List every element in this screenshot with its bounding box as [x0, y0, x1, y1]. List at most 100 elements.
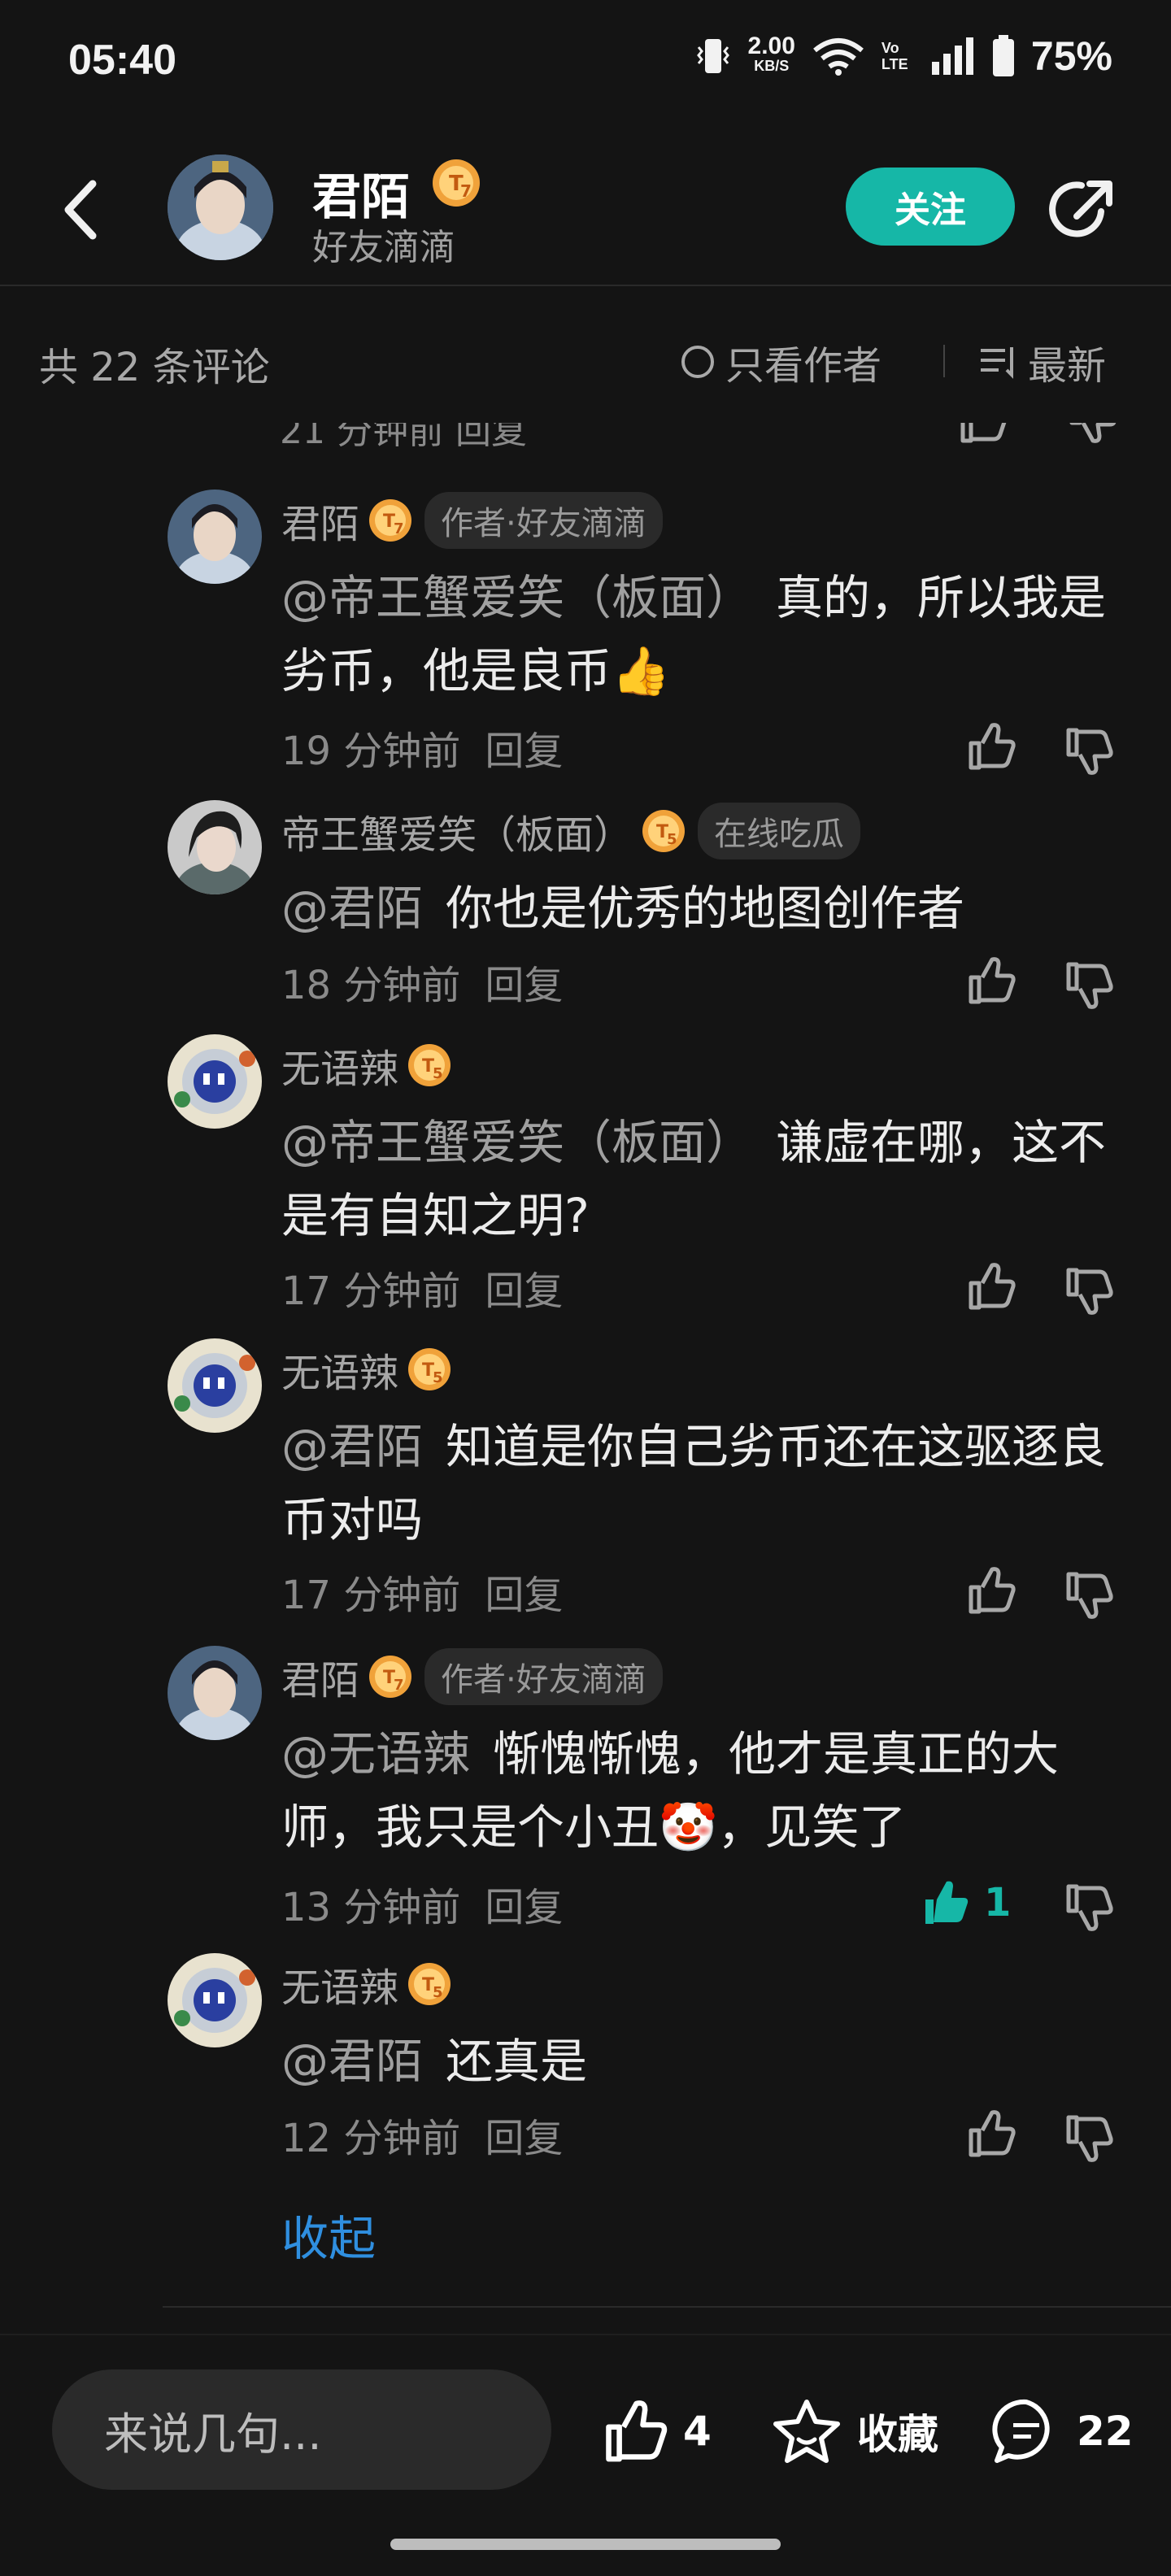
reply-button[interactable]: 回复 [485, 1259, 563, 1316]
level-badge-icon: T5 [408, 1963, 451, 2005]
svg-text:7: 7 [394, 520, 404, 537]
comment-text: @无语辣 惭愧惭愧，他才是真正的大师，我只是个小丑🤡，见笑了 [281, 1717, 1119, 1864]
comment-author[interactable]: 无语辣 [281, 1037, 398, 1094]
thumb-up-icon[interactable] [964, 1564, 1016, 1617]
profile-header: 君陌 T 7 好友滴滴 关注 [0, 130, 1171, 286]
net-speed: 2.00 KB/S [747, 33, 795, 76]
partial-comment-meta: 21 分钟前 回复 [280, 423, 527, 452]
sort-icon [981, 347, 1013, 379]
star-icon [773, 2400, 840, 2463]
svg-text:5: 5 [433, 1065, 443, 1082]
comment-author[interactable]: 无语辣 [281, 1956, 398, 2012]
only-author-toggle[interactable]: 只看作者 [681, 333, 882, 390]
reply-button[interactable]: 回复 [485, 2106, 563, 2163]
liked-button[interactable]: 1 [919, 1877, 1011, 1929]
status-icons: 2.00 KB/S Vo LTE 75% [694, 33, 1112, 80]
level-badge-icon: T5 [642, 810, 686, 852]
mention-link[interactable]: @君陌 [281, 2034, 423, 2089]
comment-text: @君陌 还真是 [281, 2025, 1119, 2098]
thumb-up-icon[interactable] [964, 720, 1016, 772]
status-time: 05:40 [68, 37, 176, 84]
thumb-up-icon[interactable] [964, 2108, 1016, 2160]
comment-author[interactable]: 帝王蟹爱笑（板面） [281, 803, 633, 859]
thumb-up-icon[interactable] [956, 423, 1008, 446]
comment-text: @君陌 知道是你自己劣币还在这驱逐良币对吗 [281, 1410, 1119, 1556]
svg-text:7: 7 [394, 1677, 404, 1694]
mention-link[interactable]: @无语辣 [281, 1726, 470, 1782]
level-badge-icon: T7 [369, 499, 412, 542]
comment-icon [992, 2399, 1050, 2463]
vibrate-icon [696, 39, 729, 73]
thumb-up-icon[interactable] [964, 1260, 1016, 1312]
bottom-action-bar: 来说几句... 4 收藏 22 [0, 2334, 1171, 2514]
thumb-down-icon[interactable] [1062, 1265, 1114, 1317]
status-bar: 05:40 2.00 KB/S Vo LTE 75% [0, 0, 1171, 130]
reply-button[interactable]: 回复 [485, 953, 563, 1010]
follow-button[interactable]: 关注 [846, 168, 1015, 246]
net-speed-value: 2.00 [747, 33, 795, 59]
reply-button[interactable]: 回复 [485, 1875, 563, 1932]
user-tag: 在线吃瓜 [698, 803, 861, 859]
mention-link[interactable]: @君陌 [281, 1419, 423, 1474]
avatar[interactable] [168, 800, 262, 894]
level-badge-icon: T5 [408, 1348, 451, 1390]
back-icon[interactable] [57, 177, 106, 242]
like-post-button[interactable]: 4 [600, 2397, 712, 2465]
home-indicator[interactable] [390, 2539, 781, 2550]
avatar[interactable] [168, 1646, 262, 1740]
volte-label: Vo LTE [881, 40, 908, 72]
level-badge-number: 7 [460, 181, 472, 201]
comment-text: @君陌 你也是优秀的地图创作者 [281, 872, 1119, 945]
thumb-down-icon[interactable] [1062, 725, 1114, 777]
comment-content: 还真是 [446, 2034, 588, 2089]
user-subtitle: 好友滴滴 [312, 227, 455, 268]
comments-button[interactable]: 22 [990, 2397, 1134, 2465]
thumb-up-icon[interactable] [964, 955, 1016, 1007]
favorite-button[interactable]: 收藏 [771, 2397, 938, 2465]
comment-time: 13 分钟前 [281, 1885, 461, 1930]
comment-author[interactable]: 无语辣 [281, 1341, 398, 1398]
comment-time: 18 分钟前 [281, 963, 461, 1008]
comment-author[interactable]: 君陌 [281, 492, 359, 549]
thumb-down-icon[interactable] [1065, 423, 1117, 446]
thumb-down-icon[interactable] [1062, 959, 1114, 1012]
level-badge-icon: T5 [408, 1044, 451, 1086]
divider [163, 2306, 1171, 2308]
reply-button[interactable]: 回复 [485, 1563, 563, 1620]
sort-latest-button[interactable]: 最新 [979, 333, 1106, 390]
mention-link[interactable]: @帝王蟹爱笑（板面） [281, 570, 753, 625]
thumb-down-icon[interactable] [1062, 1882, 1114, 1934]
comment-text: @帝王蟹爱笑（板面） 谦虚在哪，这不是有自知之明? [281, 1106, 1119, 1252]
avatar[interactable] [168, 490, 262, 584]
collapse-replies-link[interactable]: 收起 [281, 2200, 376, 2269]
avatar[interactable] [168, 1953, 262, 2047]
battery-percent: 75% [1030, 33, 1112, 79]
like-count: 4 [683, 2408, 712, 2455]
thumb-up-icon [606, 2400, 668, 2462]
comment-time: 12 分钟前 [281, 2116, 461, 2161]
author-tag: 作者·好友滴滴 [424, 492, 663, 549]
comment-count: 22 [1077, 2408, 1134, 2455]
comment-input[interactable]: 来说几句... [52, 2369, 551, 2490]
comment-author[interactable]: 君陌 [281, 1648, 359, 1705]
net-speed-unit: KB/S [754, 58, 790, 74]
only-author-label: 只看作者 [725, 343, 882, 389]
wifi-icon [813, 38, 864, 76]
comment-content: 你也是优秀的地图创作者 [446, 881, 965, 936]
battery-icon [992, 35, 1014, 76]
level-badge-icon: T 7 [433, 159, 480, 207]
thumb-down-icon[interactable] [1062, 1569, 1114, 1621]
thumb-up-icon [925, 1881, 969, 1924]
avatar[interactable] [168, 1338, 262, 1433]
thumb-down-icon[interactable] [1062, 2113, 1114, 2165]
mention-link[interactable]: @帝王蟹爱笑（板面） [281, 1115, 753, 1170]
mention-link[interactable]: @君陌 [281, 881, 423, 936]
comment-time: 17 分钟前 [281, 1573, 461, 1618]
reply-button[interactable]: 回复 [485, 719, 563, 776]
avatar[interactable] [168, 154, 273, 260]
svg-text:5: 5 [667, 831, 677, 848]
author-tag: 作者·好友滴滴 [424, 1648, 663, 1705]
comment-total: 共 22 条评论 [39, 345, 270, 390]
avatar[interactable] [168, 1034, 262, 1129]
share-icon[interactable] [1049, 174, 1119, 244]
